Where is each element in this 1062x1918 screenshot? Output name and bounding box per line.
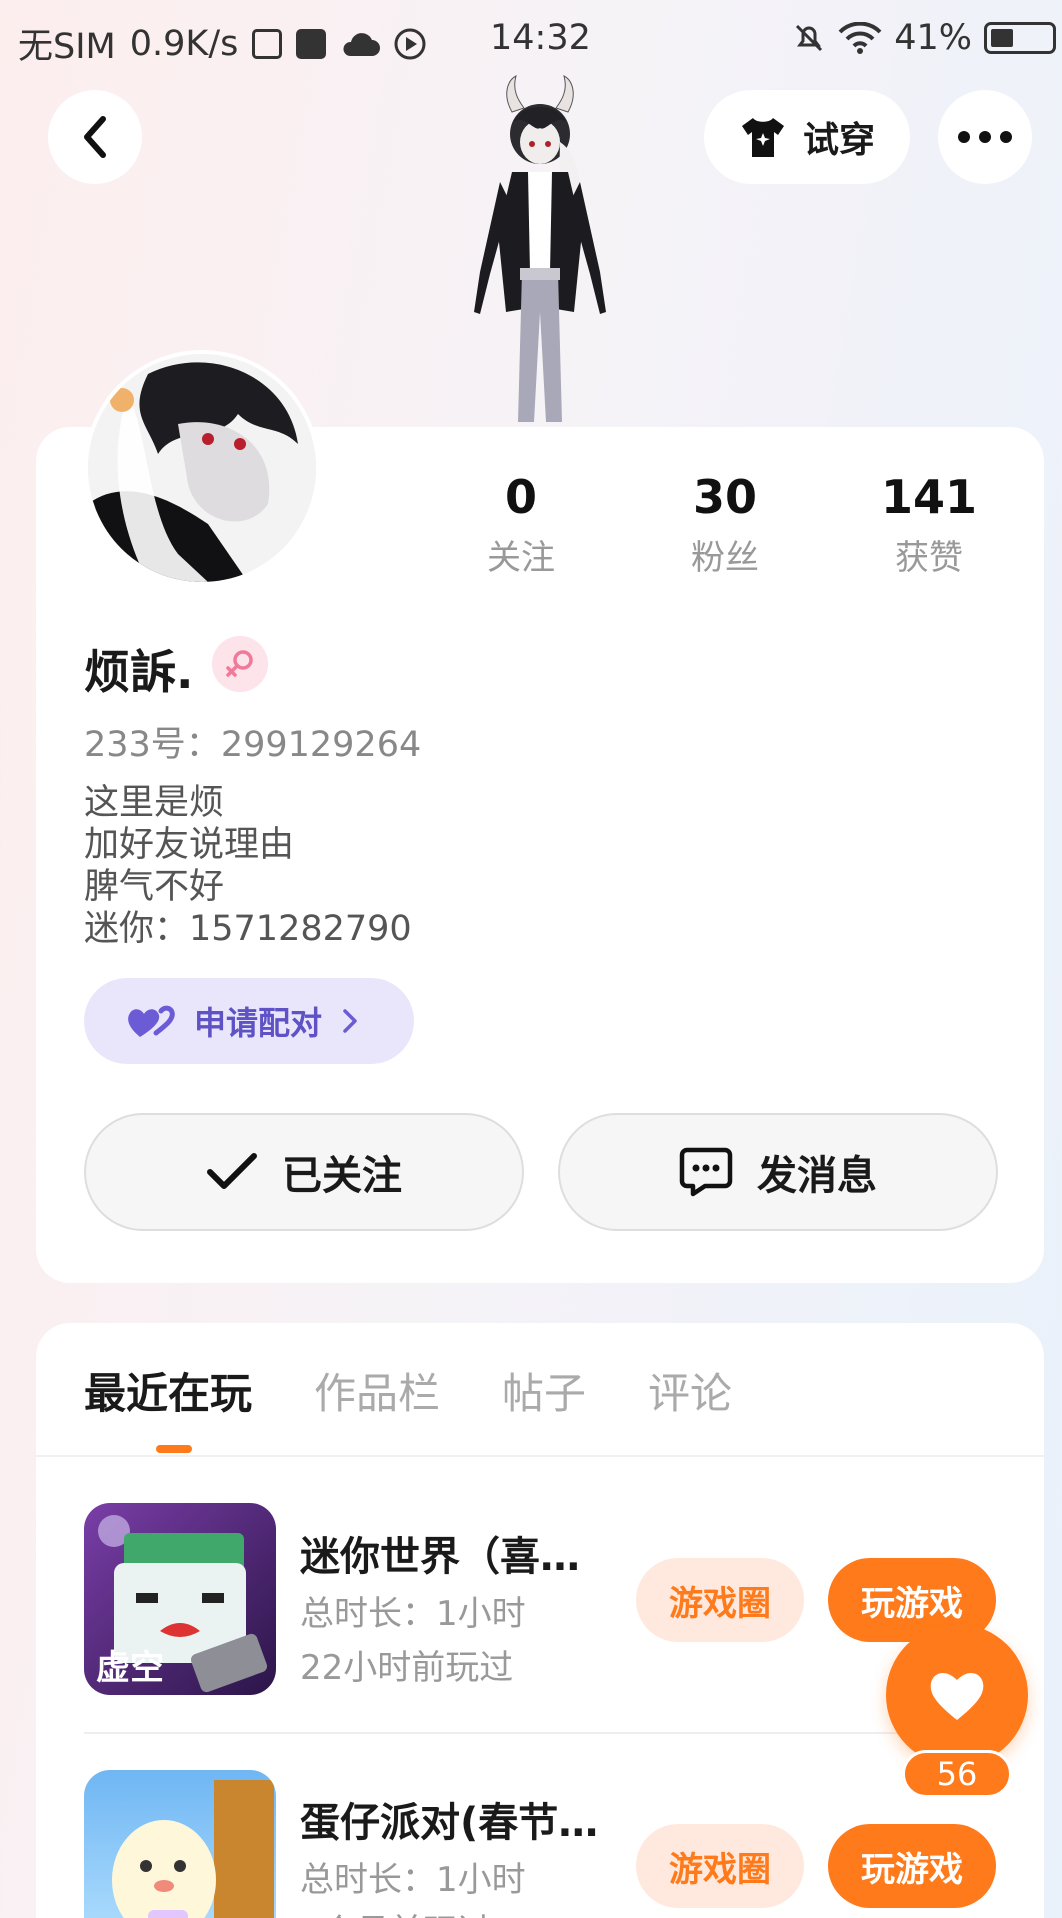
female-gender-icon [212, 636, 268, 692]
status-time: 14:32 [490, 18, 591, 58]
tab-comments[interactable]: 评论 [648, 1360, 732, 1421]
like-count-badge: 56 [902, 1750, 1012, 1798]
game-icon-text: 虚空 [96, 1648, 164, 1688]
status-bar: 无SIM 0.9K/s 14:32 41% [0, 12, 1062, 67]
status-left: 无SIM 0.9K/s [18, 18, 426, 69]
game-circle-button[interactable]: 游戏圈 [636, 1824, 804, 1908]
game-title[interactable]: 蛋仔派对(春节… [300, 1790, 620, 1848]
pair-request-label: 申请配对 [194, 1004, 323, 1042]
profile-name: 烦訴. [84, 645, 194, 699]
wifi-icon [838, 22, 882, 54]
fans-count: 30 [692, 470, 757, 524]
bio-line: 这里是烦 [84, 783, 225, 823]
send-message-label: 发消息 [757, 1153, 877, 1199]
bio-line: 加好友说理由 [84, 825, 295, 865]
likes-count: 141 [880, 470, 978, 524]
tab-bar: 最近在玩 作品栏 帖子 评论 [84, 1360, 732, 1421]
carrier-text: 无SIM [18, 27, 116, 67]
game-last-played: 22小时前玩过 [300, 1648, 514, 1688]
chevron-left-icon [84, 116, 106, 158]
followed-label: 已关注 [282, 1153, 402, 1199]
following-count: 0 [504, 470, 537, 524]
pair-request-button[interactable]: 申请配对 [84, 978, 414, 1064]
heart-icon [930, 1672, 984, 1720]
tab-works[interactable]: 作品栏 [314, 1360, 440, 1421]
play-game-button[interactable]: 玩游戏 [828, 1824, 996, 1908]
game-icon-eggy-party[interactable] [84, 1770, 276, 1918]
more-button[interactable] [938, 90, 1032, 184]
cloud-icon [343, 32, 381, 56]
tshirt-icon [741, 118, 784, 157]
s-icon [252, 28, 283, 59]
avatar-image [88, 354, 316, 582]
chat-bubble-icon [679, 1147, 733, 1197]
avatar[interactable] [84, 350, 320, 586]
tab-posts[interactable]: 帖子 [502, 1360, 586, 1421]
try-on-label: 试穿 [802, 120, 875, 161]
game-title[interactable]: 迷你世界（喜… [300, 1524, 620, 1582]
tab-divider [36, 1455, 1044, 1457]
stat-fans[interactable]: 30 粉丝 [650, 470, 800, 579]
send-message-button[interactable]: 发消息 [558, 1113, 998, 1231]
battery-icon [984, 22, 1056, 54]
row-divider [84, 1732, 1010, 1734]
active-tab-indicator [156, 1445, 192, 1453]
hearts-icon [128, 1005, 175, 1037]
game-duration: 总时长：1小时 [300, 1860, 526, 1900]
battery-percent: 41% [894, 18, 972, 58]
check-icon [207, 1153, 257, 1189]
followed-button[interactable]: 已关注 [84, 1113, 524, 1231]
user-id: 233号：299129264 [84, 716, 421, 767]
network-speed: 0.9K/s [129, 23, 239, 64]
back-button[interactable] [48, 90, 142, 184]
try-on-button[interactable]: 试穿 [704, 90, 910, 184]
likes-label: 获赞 [895, 538, 963, 578]
bio: 这里是烦 加好友说理由 脾气不好 迷你：1571282790 [84, 782, 412, 950]
chevron-right-icon [343, 1009, 357, 1033]
game-last-played: 1个月前玩过 [300, 1904, 492, 1918]
stat-following[interactable]: 0 关注 [446, 470, 596, 579]
bio-line: 脾气不好 [84, 867, 225, 907]
status-right: 41% [792, 18, 1056, 58]
user-id-value: 299129264 [220, 725, 422, 765]
tab-recently-played[interactable]: 最近在玩 [84, 1360, 252, 1421]
game-icon-mini-world[interactable]: 虚空 [84, 1503, 276, 1695]
like-fab-button[interactable] [886, 1624, 1028, 1766]
game-duration: 总时长：1小时 [300, 1594, 526, 1634]
bio-line: 迷你：1571282790 [84, 909, 412, 949]
user-id-label: 233号： [84, 725, 221, 765]
bell-off-icon [796, 24, 823, 52]
game-circle-button[interactable]: 游戏圈 [636, 1558, 804, 1642]
more-dots-icon [958, 131, 1012, 143]
play-circle-icon [394, 28, 426, 59]
avatar-figure[interactable] [450, 72, 630, 427]
stat-likes[interactable]: 141 获赞 [854, 470, 1004, 579]
following-label: 关注 [487, 538, 555, 578]
fans-label: 粉丝 [691, 538, 759, 578]
mail-icon [296, 28, 327, 59]
